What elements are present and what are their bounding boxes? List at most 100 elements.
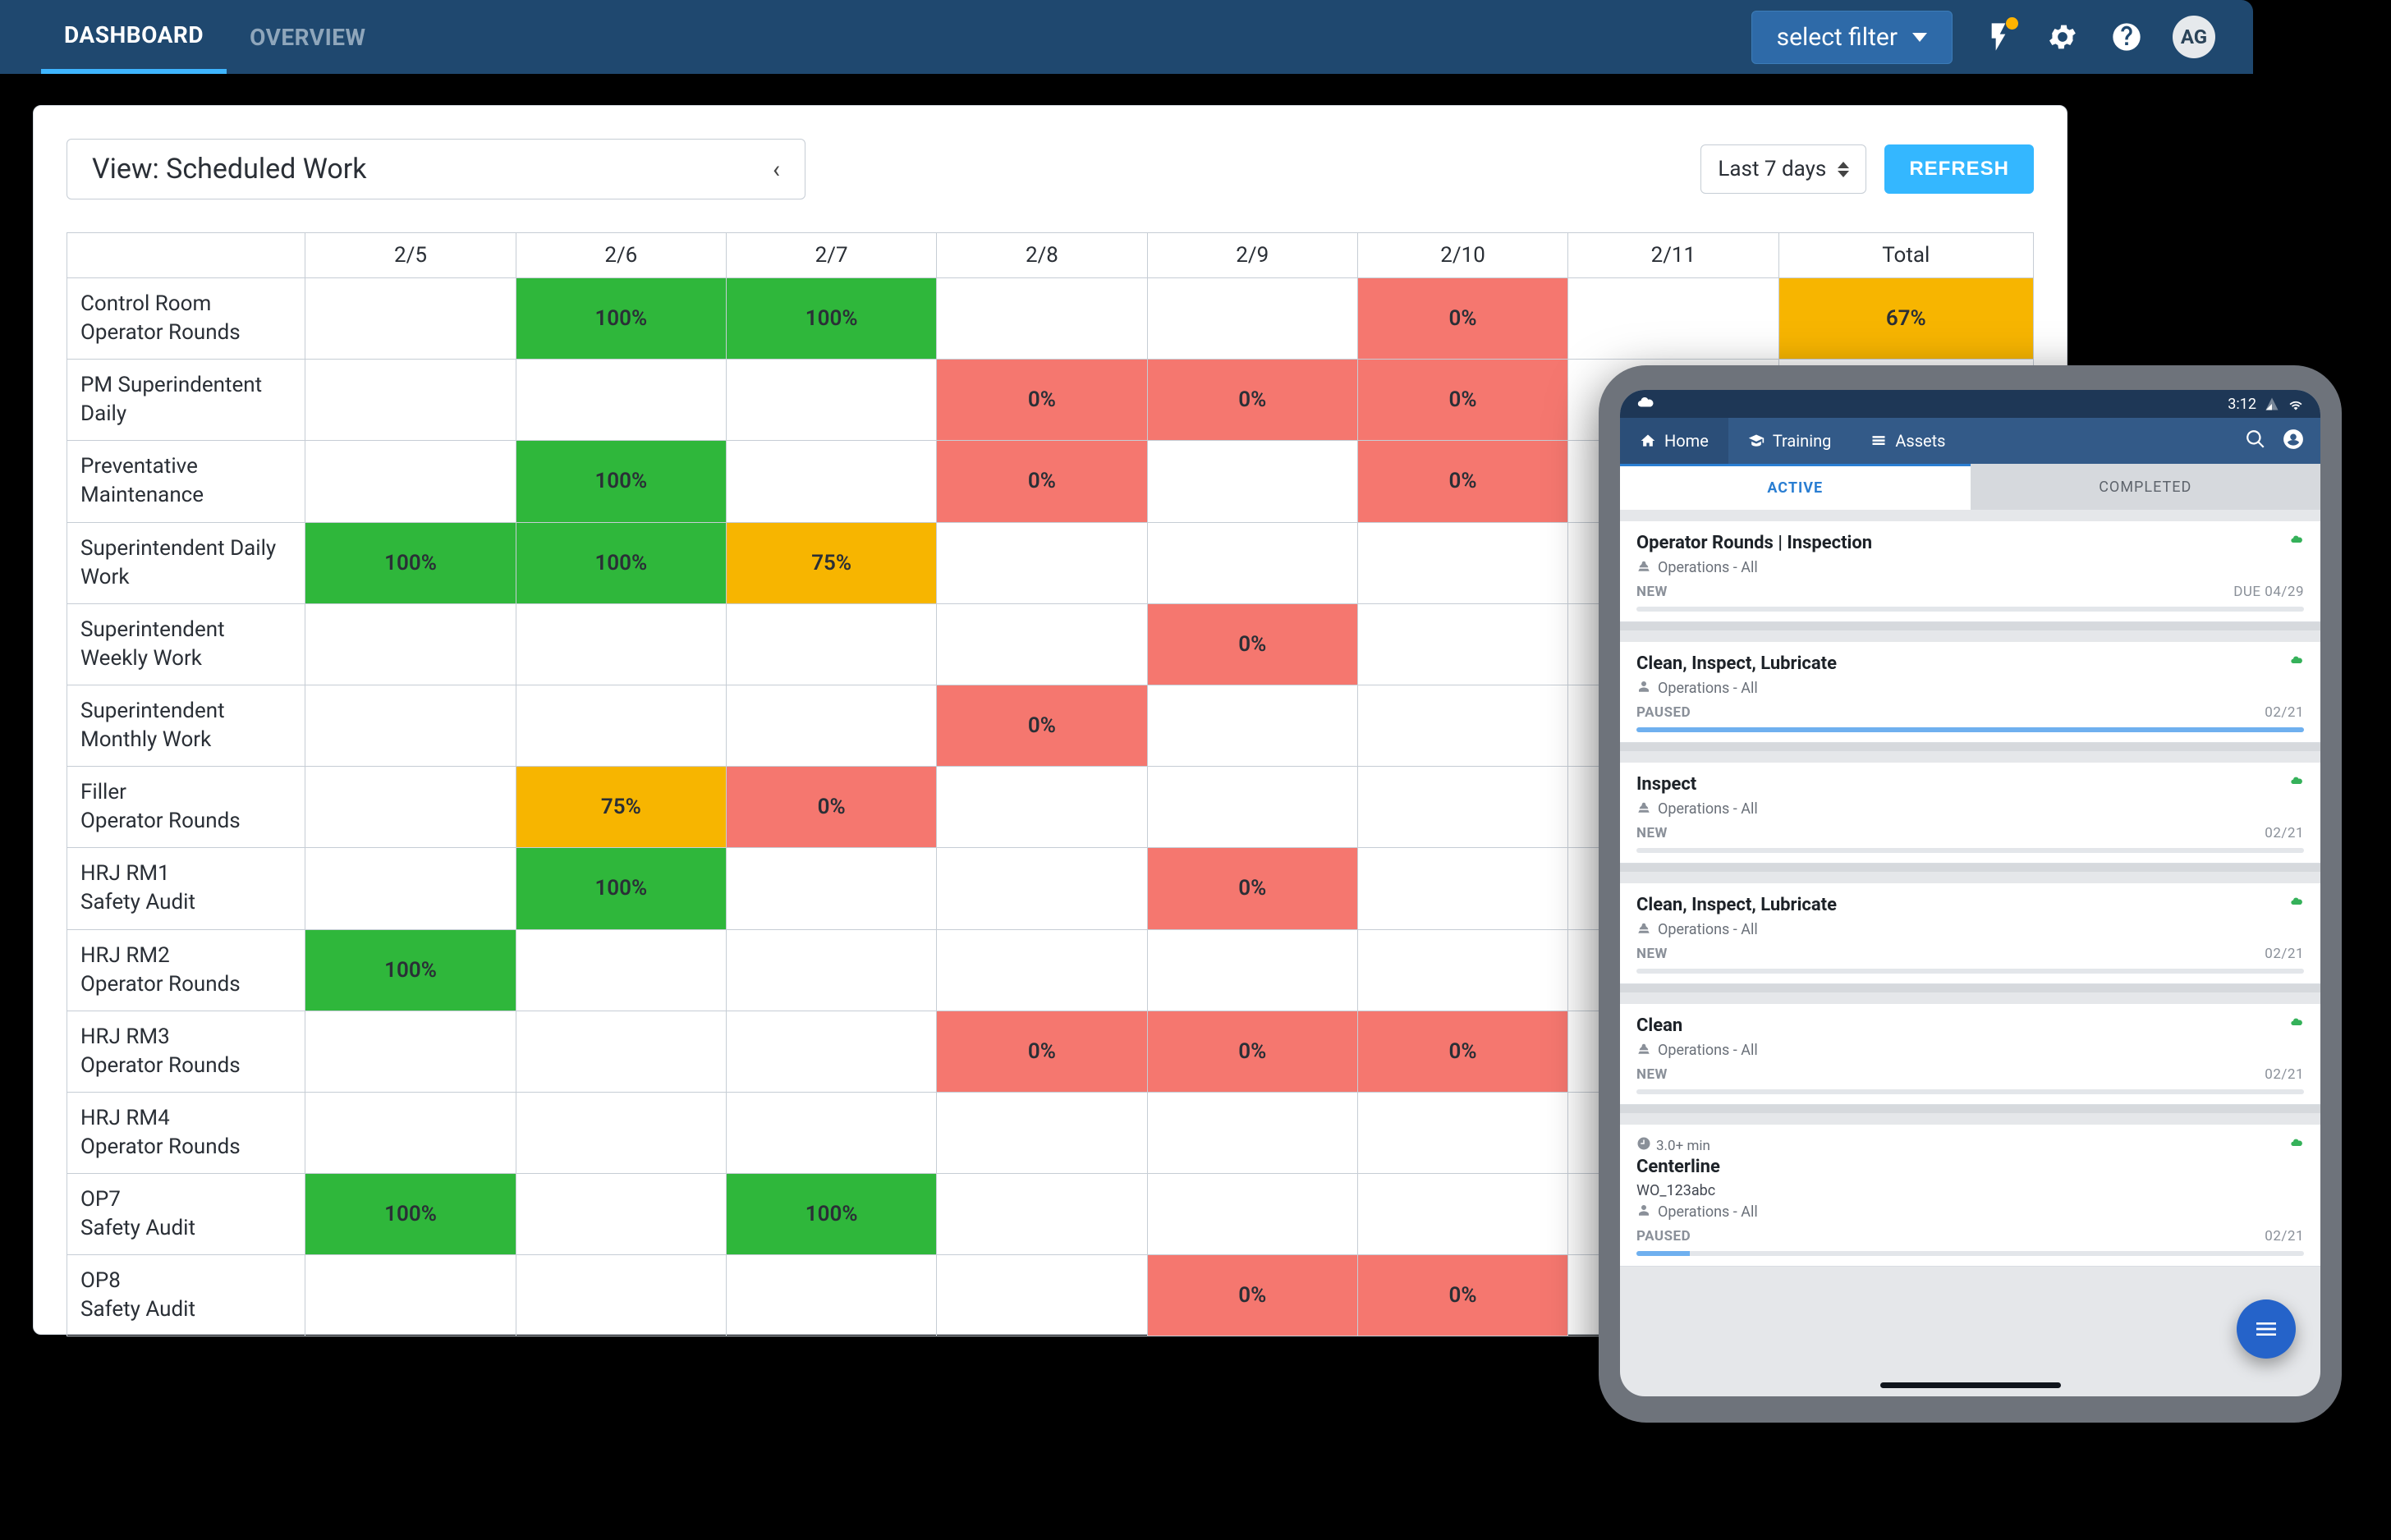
metric-cell[interactable]	[937, 1092, 1147, 1173]
metric-cell[interactable]	[1147, 1174, 1357, 1255]
metric-cell[interactable]	[305, 603, 516, 685]
metric-cell[interactable]	[1357, 603, 1567, 685]
metric-cell[interactable]	[1357, 767, 1567, 848]
metric-cell[interactable]	[305, 767, 516, 848]
task-card[interactable]: Clean, Inspect, Lubricate Operations - A…	[1620, 642, 2320, 743]
metric-cell[interactable]	[726, 1092, 936, 1173]
tab-dashboard[interactable]: DASHBOARD	[41, 0, 227, 74]
profile-icon[interactable]	[2283, 429, 2304, 454]
view-selector[interactable]: View: Scheduled Work ‹	[67, 139, 805, 199]
metric-cell[interactable]: 0%	[1357, 360, 1567, 441]
metric-cell[interactable]	[516, 685, 726, 766]
metric-cell[interactable]	[1147, 767, 1357, 848]
refresh-button[interactable]: REFRESH	[1884, 144, 2034, 194]
metric-cell[interactable]	[516, 1092, 726, 1173]
user-avatar[interactable]: AG	[2173, 16, 2215, 58]
metric-cell[interactable]: 0%	[1357, 441, 1567, 522]
metric-cell[interactable]: 75%	[726, 522, 936, 603]
metric-cell[interactable]	[516, 360, 726, 441]
metric-cell[interactable]	[1357, 1092, 1567, 1173]
search-icon[interactable]	[2245, 429, 2266, 454]
metric-cell[interactable]: 0%	[937, 1011, 1147, 1092]
metric-cell[interactable]	[516, 1011, 726, 1092]
metric-cell[interactable]: 0%	[937, 685, 1147, 766]
metric-cell[interactable]	[1147, 929, 1357, 1011]
metric-cell[interactable]: 100%	[516, 441, 726, 522]
task-card[interactable]: Inspect Operations - All NEW02/21	[1620, 763, 2320, 864]
metric-cell[interactable]	[937, 1255, 1147, 1336]
metric-cell[interactable]: 100%	[305, 522, 516, 603]
metric-cell[interactable]: 100%	[516, 278, 726, 360]
tab-completed[interactable]: COMPLETED	[1971, 464, 2321, 510]
tab-overview[interactable]: OVERVIEW	[227, 0, 388, 74]
metric-cell[interactable]	[305, 441, 516, 522]
date-range-selector[interactable]: Last 7 days	[1700, 144, 1866, 194]
metric-cell[interactable]	[516, 929, 726, 1011]
metric-cell[interactable]: 100%	[305, 1174, 516, 1255]
metric-cell[interactable]	[726, 929, 936, 1011]
metric-cell[interactable]	[516, 1174, 726, 1255]
metric-cell[interactable]: 0%	[1357, 1255, 1567, 1336]
metric-cell[interactable]	[516, 603, 726, 685]
metric-cell[interactable]	[726, 1255, 936, 1336]
metric-cell[interactable]	[1568, 278, 1778, 360]
metric-cell[interactable]	[937, 929, 1147, 1011]
metric-cell[interactable]: 0%	[1147, 848, 1357, 929]
metric-cell[interactable]: 100%	[726, 278, 936, 360]
metric-cell[interactable]	[1357, 685, 1567, 766]
metric-cell[interactable]: 100%	[516, 522, 726, 603]
metric-cell[interactable]	[1357, 929, 1567, 1011]
metric-cell[interactable]	[305, 848, 516, 929]
metric-cell[interactable]	[1147, 522, 1357, 603]
metric-cell[interactable]	[1357, 522, 1567, 603]
metric-cell[interactable]	[937, 278, 1147, 360]
metric-cell[interactable]	[305, 278, 516, 360]
metric-cell[interactable]: 100%	[726, 1174, 936, 1255]
metric-cell[interactable]	[937, 603, 1147, 685]
metric-cell[interactable]	[305, 1011, 516, 1092]
metric-cell[interactable]	[937, 522, 1147, 603]
task-card[interactable]: 3.0+ minCenterlineWO_123abc Operations -…	[1620, 1125, 2320, 1267]
metric-cell[interactable]: 0%	[1357, 278, 1567, 360]
task-card[interactable]: Clean Operations - All NEW02/21	[1620, 1004, 2320, 1105]
metric-cell[interactable]: 67%	[1778, 278, 2033, 360]
metric-cell[interactable]: 75%	[516, 767, 726, 848]
metric-cell[interactable]	[937, 1174, 1147, 1255]
metric-cell[interactable]	[1357, 848, 1567, 929]
metric-cell[interactable]	[726, 360, 936, 441]
metric-cell[interactable]	[305, 360, 516, 441]
metric-cell[interactable]	[726, 441, 936, 522]
metric-cell[interactable]: 0%	[726, 767, 936, 848]
metric-cell[interactable]	[1357, 1174, 1567, 1255]
metric-cell[interactable]: 100%	[305, 929, 516, 1011]
metric-cell[interactable]	[305, 1255, 516, 1336]
metric-cell[interactable]	[726, 685, 936, 766]
metric-cell[interactable]	[516, 1255, 726, 1336]
help-icon[interactable]	[2109, 19, 2145, 55]
task-card[interactable]: Clean, Inspect, Lubricate Operations - A…	[1620, 883, 2320, 984]
metric-cell[interactable]: 100%	[516, 848, 726, 929]
fab-menu-button[interactable]	[2237, 1299, 2296, 1359]
metric-cell[interactable]	[1147, 685, 1357, 766]
nav-training[interactable]: Training	[1728, 418, 1852, 464]
tab-active[interactable]: ACTIVE	[1620, 464, 1971, 510]
task-card[interactable]: Operator Rounds | Inspection Operations …	[1620, 521, 2320, 622]
metric-cell[interactable]	[726, 1011, 936, 1092]
notifications-icon[interactable]	[1980, 19, 2017, 55]
metric-cell[interactable]	[937, 848, 1147, 929]
nav-home[interactable]: Home	[1620, 418, 1728, 464]
metric-cell[interactable]	[305, 1092, 516, 1173]
metric-cell[interactable]	[1147, 441, 1357, 522]
metric-cell[interactable]	[937, 767, 1147, 848]
metric-cell[interactable]	[1147, 278, 1357, 360]
metric-cell[interactable]	[726, 848, 936, 929]
metric-cell[interactable]: 0%	[937, 360, 1147, 441]
metric-cell[interactable]: 0%	[937, 441, 1147, 522]
metric-cell[interactable]: 0%	[1147, 603, 1357, 685]
settings-gear-icon[interactable]	[2045, 19, 2081, 55]
metric-cell[interactable]: 0%	[1147, 1255, 1357, 1336]
filter-dropdown[interactable]: select filter	[1751, 11, 1953, 64]
metric-cell[interactable]	[726, 603, 936, 685]
metric-cell[interactable]	[1147, 1092, 1357, 1173]
metric-cell[interactable]: 0%	[1147, 1011, 1357, 1092]
